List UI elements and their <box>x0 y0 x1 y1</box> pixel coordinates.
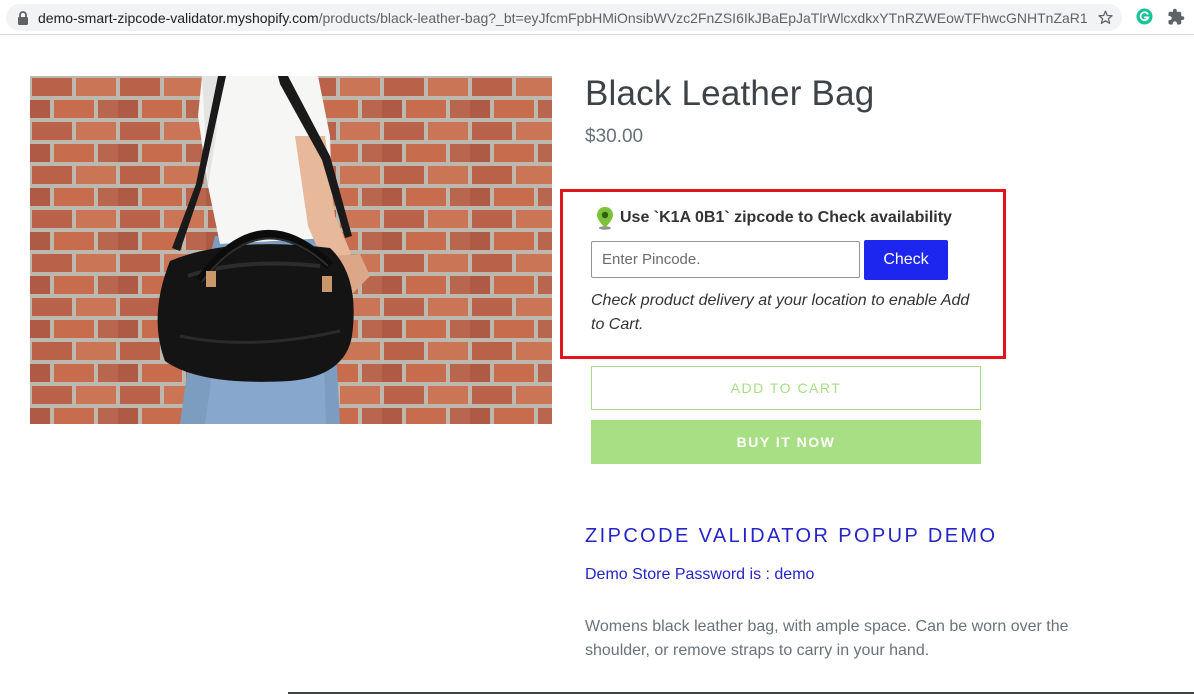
product-title: Black Leather Bag <box>585 74 875 113</box>
check-button[interactable]: Check <box>864 240 948 280</box>
browser-toolbar: demo-smart-zipcode-validator.myshopify.c… <box>0 0 1194 35</box>
zipcode-heading: Use `K1A 0B1` zipcode to Check availabil… <box>620 209 952 226</box>
demo-password-text: Demo Store Password is : demo <box>585 566 815 583</box>
product-price: $30.00 <box>585 126 644 147</box>
url-text[interactable]: demo-smart-zipcode-validator.myshopify.c… <box>38 9 1088 27</box>
buy-now-button[interactable]: BUY IT NOW <box>591 420 981 464</box>
url-path: /products/black-leather-bag?_bt=eyJfcmFp… <box>318 10 1088 26</box>
zipcode-checker: Use `K1A 0B1` zipcode to Check availabil… <box>560 189 1006 359</box>
pincode-input[interactable] <box>591 241 860 278</box>
product-photo <box>30 76 552 424</box>
location-pin-icon <box>597 207 613 230</box>
product-image[interactable] <box>30 76 552 424</box>
lock-icon <box>18 11 28 25</box>
address-bar[interactable]: demo-smart-zipcode-validator.myshopify.c… <box>6 4 1122 31</box>
add-to-cart-button[interactable]: ADD TO CART <box>591 366 981 410</box>
product-description: Womens black leather bag, with ample spa… <box>585 618 1069 659</box>
grammarly-extension-icon[interactable] <box>1136 8 1153 25</box>
delivery-note: Check product delivery at your location … <box>591 292 970 333</box>
demo-heading: ZIPCODE VALIDATOR POPUP DEMO <box>585 525 998 547</box>
url-host: demo-smart-zipcode-validator.myshopify.c… <box>38 10 319 26</box>
extensions-puzzle-icon[interactable] <box>1167 8 1185 26</box>
bookmark-star-icon[interactable] <box>1097 9 1114 26</box>
